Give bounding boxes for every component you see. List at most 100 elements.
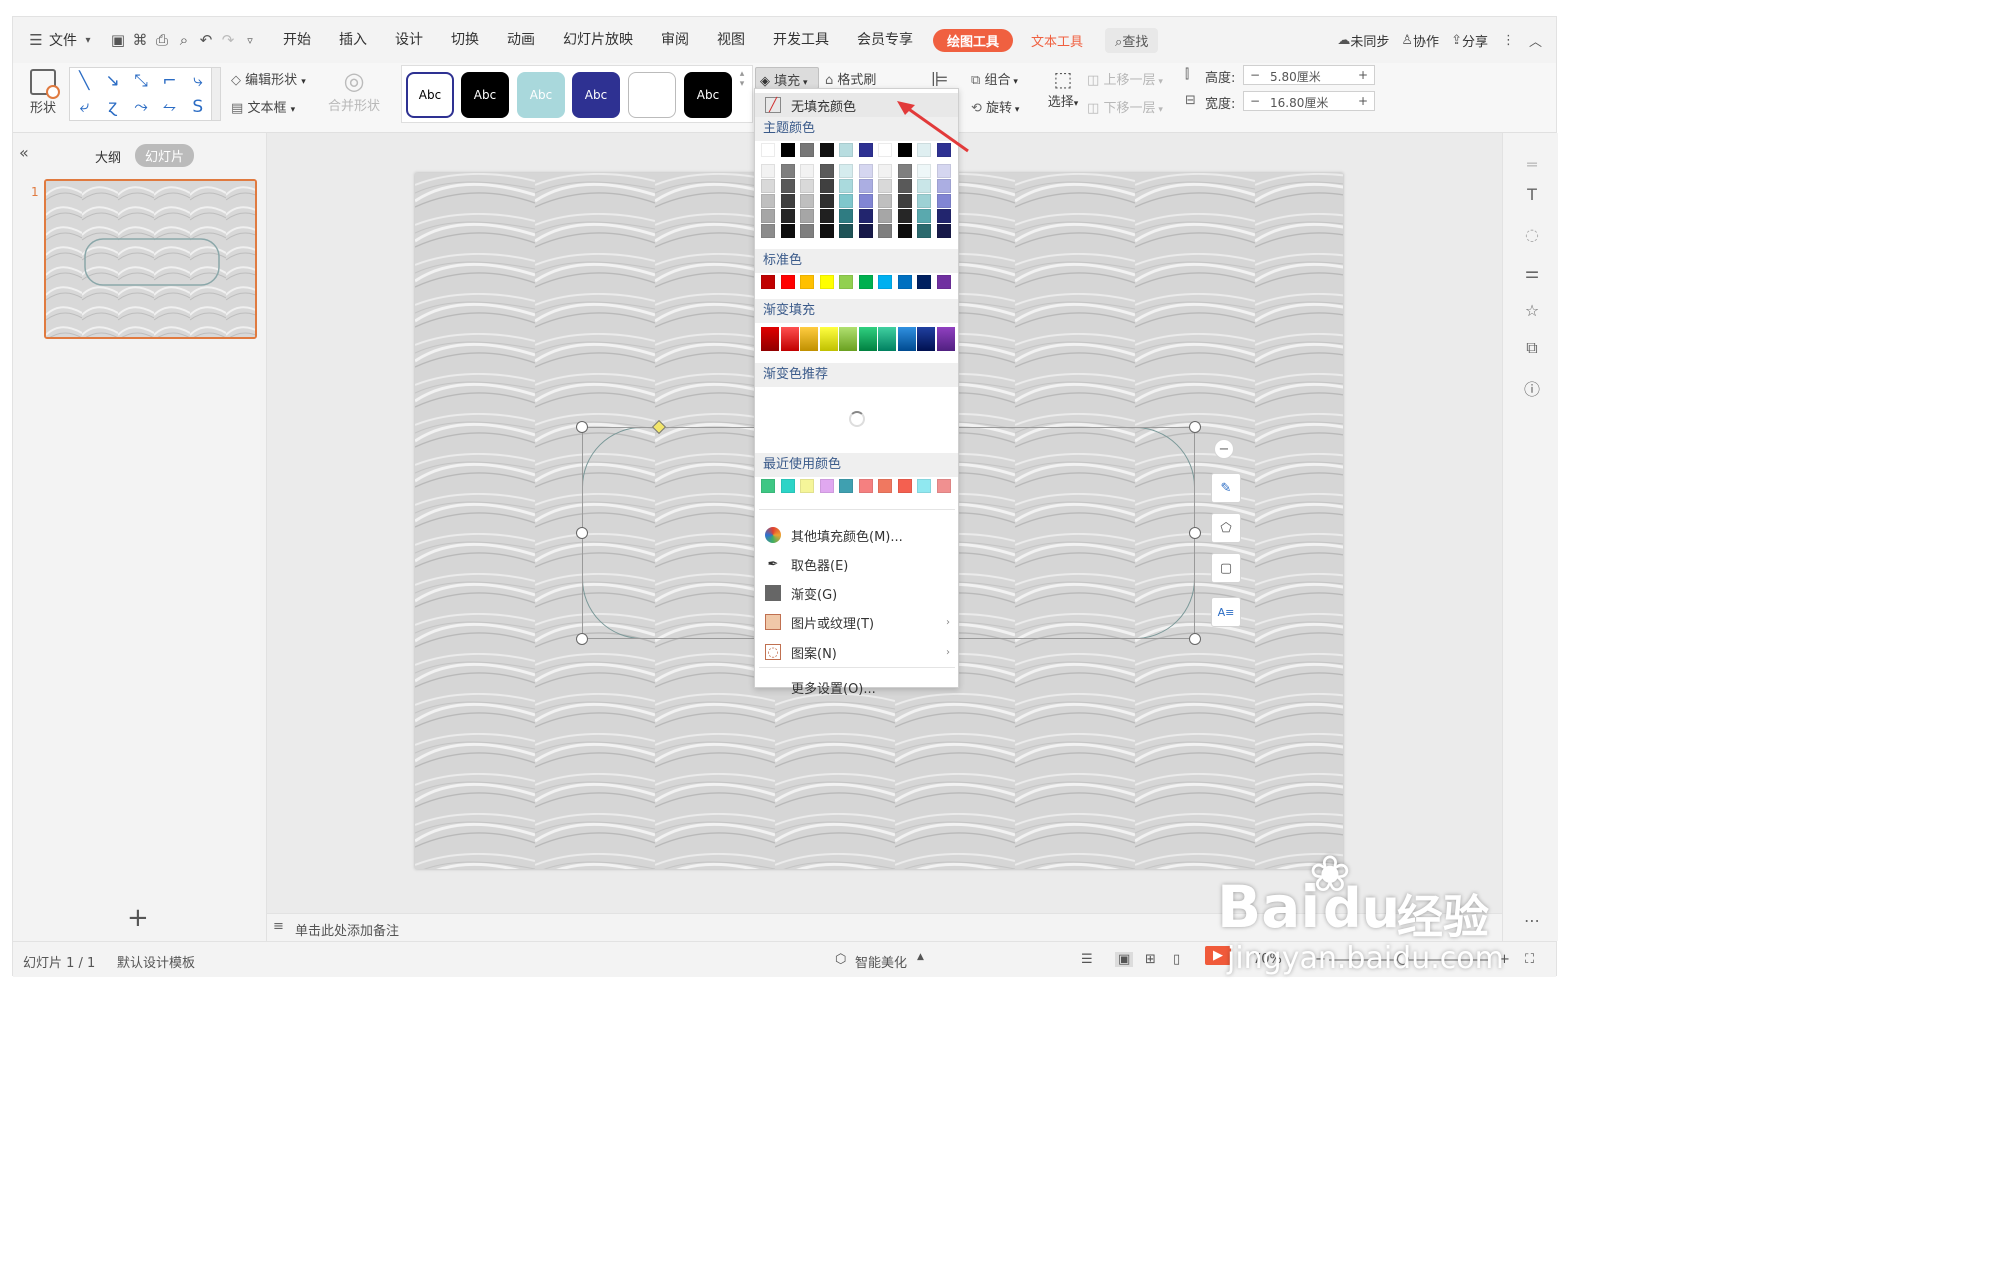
theme-shade-swatch[interactable] xyxy=(780,194,795,208)
theme-shade-swatch[interactable] xyxy=(761,209,775,223)
width-decrement[interactable]: − xyxy=(1250,94,1260,108)
collapse-panel-icon[interactable]: « xyxy=(19,143,29,162)
adjust-icon[interactable]: ⚌ xyxy=(1521,261,1543,283)
fit-window-icon[interactable]: ⛶ xyxy=(1525,952,1534,967)
theme-shade-swatch[interactable] xyxy=(897,224,912,238)
standard-color-swatch[interactable] xyxy=(936,275,951,289)
theme-shade-swatch[interactable] xyxy=(897,209,912,223)
collab-icon[interactable]: ♙ xyxy=(1401,33,1413,48)
beautify-button[interactable]: 智能美化 xyxy=(855,952,907,971)
standard-color-swatch[interactable] xyxy=(819,275,834,289)
theme-color-swatch[interactable] xyxy=(819,143,834,157)
tab-developer[interactable]: 开发工具 xyxy=(759,17,843,63)
resize-handle-w[interactable] xyxy=(576,527,588,539)
theme-shade-swatch[interactable] xyxy=(878,179,892,193)
theme-color-swatch[interactable] xyxy=(800,143,814,157)
theme-shade-swatch[interactable] xyxy=(800,224,814,238)
style-preset-4[interactable]: Abc xyxy=(572,72,620,118)
share-icon[interactable]: ⇪ xyxy=(1451,33,1462,48)
gradient-swatch[interactable] xyxy=(800,327,818,351)
recent-color-swatch[interactable] xyxy=(819,479,834,493)
tab-insert[interactable]: 插入 xyxy=(325,17,381,63)
gradient-swatch[interactable] xyxy=(897,327,916,351)
theme-color-swatch[interactable] xyxy=(761,143,775,157)
group-button[interactable]: ⧉ 组合 ▾ xyxy=(971,69,1018,88)
theme-shade-swatch[interactable] xyxy=(917,209,931,223)
outline-float-icon[interactable]: ▢ xyxy=(1211,553,1241,583)
standard-color-swatch[interactable] xyxy=(780,275,795,289)
theme-shade-swatch[interactable] xyxy=(839,164,853,178)
pen-icon[interactable]: ✎ xyxy=(1211,473,1241,503)
more-vertical-icon[interactable]: ⋮ xyxy=(1502,33,1515,48)
theme-shade-swatch[interactable] xyxy=(839,194,853,208)
theme-shade-swatch[interactable] xyxy=(839,224,853,238)
gradient-swatch[interactable] xyxy=(878,327,896,351)
theme-shade-swatch[interactable] xyxy=(936,164,951,178)
tab-home[interactable]: 开始 xyxy=(269,17,325,63)
gradient-swatch[interactable] xyxy=(819,327,838,351)
theme-shade-swatch[interactable] xyxy=(819,224,834,238)
style-preset-1[interactable]: Abc xyxy=(406,72,454,118)
theme-color-swatch[interactable] xyxy=(780,143,795,157)
collab-button[interactable]: 协作 xyxy=(1413,31,1439,50)
notes-toggle-icon[interactable]: ☰ xyxy=(1081,952,1093,967)
gradient-swatch[interactable] xyxy=(780,327,799,351)
theme-shade-swatch[interactable] xyxy=(858,209,873,223)
slides-icon[interactable]: ⧉ xyxy=(1521,337,1543,359)
curve-double-arrow-icon[interactable]: ⥊ xyxy=(163,97,177,117)
text-box-button[interactable]: ▤ 文本框 ▾ xyxy=(231,97,295,116)
style-gallery-scroll[interactable]: ▴ ▾ xyxy=(735,69,749,119)
theme-color-swatch[interactable] xyxy=(839,143,853,157)
recent-color-swatch[interactable] xyxy=(858,479,873,493)
select-button[interactable]: ⬚ 选择▾ xyxy=(1043,67,1083,110)
theme-shade-swatch[interactable] xyxy=(897,179,912,193)
eyedropper-item[interactable]: ✒ 取色器(E) xyxy=(755,550,958,578)
format-painter-icon[interactable]: ⌘ xyxy=(129,29,151,51)
customize-toolbar-icon[interactable]: ▿ xyxy=(239,29,261,51)
theme-shade-swatch[interactable] xyxy=(819,194,834,208)
elbow-double-arrow-icon[interactable]: ⤶ xyxy=(79,97,89,117)
normal-view-icon[interactable]: ▣ xyxy=(1115,952,1134,967)
share-button[interactable]: 分享 xyxy=(1462,31,1488,50)
notes-placeholder[interactable]: 单击此处添加备注 xyxy=(295,920,399,939)
more-icon[interactable]: ⋯ xyxy=(1521,909,1543,931)
resize-handle-ne[interactable] xyxy=(1189,421,1201,433)
theme-shade-swatch[interactable] xyxy=(819,164,834,178)
gradient-swatch[interactable] xyxy=(761,327,779,351)
tab-design[interactable]: 设计 xyxy=(381,17,437,63)
recent-color-swatch[interactable] xyxy=(761,479,775,493)
theme-shade-swatch[interactable] xyxy=(761,164,775,178)
theme-shade-swatch[interactable] xyxy=(878,224,892,238)
save-icon[interactable]: ▣ xyxy=(107,29,129,51)
theme-shade-swatch[interactable] xyxy=(761,179,775,193)
rotate-button[interactable]: ⟲ 旋转 ▾ xyxy=(971,97,1019,116)
recent-color-swatch[interactable] xyxy=(917,479,931,493)
beautify-icon[interactable]: ⬡ xyxy=(835,952,846,967)
theme-shade-swatch[interactable] xyxy=(819,179,834,193)
theme-shade-swatch[interactable] xyxy=(917,164,931,178)
width-input[interactable]: 16.80厘米 xyxy=(1270,94,1328,111)
shape-button[interactable]: 形状 xyxy=(25,65,61,121)
tab-slideshow[interactable]: 幻灯片放映 xyxy=(549,17,647,63)
template-name[interactable]: 默认设计模板 xyxy=(117,952,195,971)
recent-color-swatch[interactable] xyxy=(800,479,814,493)
recent-color-swatch[interactable] xyxy=(780,479,795,493)
freeform-icon[interactable]: S xyxy=(192,97,203,117)
theme-shade-swatch[interactable] xyxy=(878,164,892,178)
tab-transitions[interactable]: 切换 xyxy=(437,17,493,63)
theme-shade-swatch[interactable] xyxy=(917,194,931,208)
theme-shade-swatch[interactable] xyxy=(800,194,814,208)
theme-shade-swatch[interactable] xyxy=(780,164,795,178)
theme-shade-swatch[interactable] xyxy=(936,179,951,193)
more-settings-item[interactable]: 更多设置(O)... xyxy=(755,673,958,701)
gradient-swatch[interactable] xyxy=(839,327,857,351)
style-preset-6[interactable]: Abc xyxy=(684,72,732,118)
shape-fill-float-icon[interactable]: ⬠ xyxy=(1211,513,1241,543)
theme-shade-swatch[interactable] xyxy=(839,179,853,193)
theme-shade-swatch[interactable] xyxy=(897,164,912,178)
recent-color-swatch[interactable] xyxy=(936,479,951,493)
add-slide-button[interactable]: + xyxy=(127,903,149,933)
curve-icon[interactable]: ɀ xyxy=(108,97,117,117)
theme-shade-swatch[interactable] xyxy=(858,179,873,193)
undo-icon[interactable]: ↶ xyxy=(195,29,217,51)
